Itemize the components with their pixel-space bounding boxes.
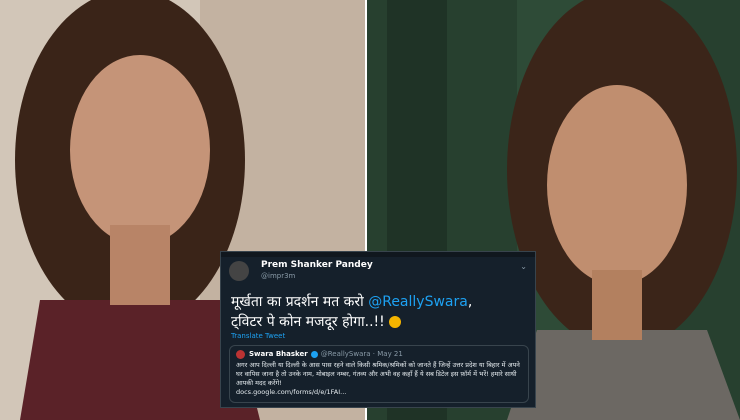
tweet-text-line1: मूर्खता का प्रदर्शन मत करो bbox=[231, 294, 369, 310]
tweet-text-line2: ट्विटर पे कोन मजदूर होगा..!! bbox=[231, 314, 385, 330]
quoted-author-name[interactable]: Swara Bhasker bbox=[249, 350, 308, 359]
quoted-tweet[interactable]: Swara Bhasker @ReallySwara · May 21 अगर … bbox=[229, 345, 529, 403]
separator-dot: · bbox=[370, 350, 378, 358]
quoted-text: अगर आप दिल्ली या दिल्ली के आस पास रहने व… bbox=[236, 361, 520, 387]
tweet-text: मूर्खता का प्रदर्शन मत करो @ReallySwara,… bbox=[231, 292, 531, 332]
chevron-down-icon[interactable]: ⌄ bbox=[520, 262, 527, 271]
mention-link[interactable]: @ReallySwara bbox=[368, 294, 468, 310]
quoted-link[interactable]: docs.google.com/forms/d/e/1FAI... bbox=[236, 388, 522, 397]
translate-tweet-link[interactable]: Translate Tweet bbox=[231, 332, 285, 340]
tweet-header: Prem Shanker Pandey @impr3m bbox=[229, 260, 373, 282]
author-handle[interactable]: @impr3m bbox=[261, 271, 373, 282]
author-avatar[interactable] bbox=[229, 261, 249, 281]
quoted-author-handle[interactable]: @ReallySwara bbox=[321, 350, 371, 359]
quoted-tweet-header: Swara Bhasker @ReallySwara · May 21 bbox=[236, 350, 522, 359]
verified-badge-icon bbox=[310, 351, 318, 358]
quoted-author-avatar[interactable] bbox=[236, 350, 245, 359]
tweet-text-line1-end: , bbox=[467, 294, 473, 310]
tweet-status-bar bbox=[221, 252, 535, 257]
quoted-date: May 21 bbox=[377, 350, 403, 358]
author-name[interactable]: Prem Shanker Pandey bbox=[261, 260, 373, 271]
tweet-card[interactable]: Prem Shanker Pandey @impr3m ⌄ मूर्खता का… bbox=[220, 251, 536, 408]
angry-emoji-icon bbox=[389, 316, 402, 328]
